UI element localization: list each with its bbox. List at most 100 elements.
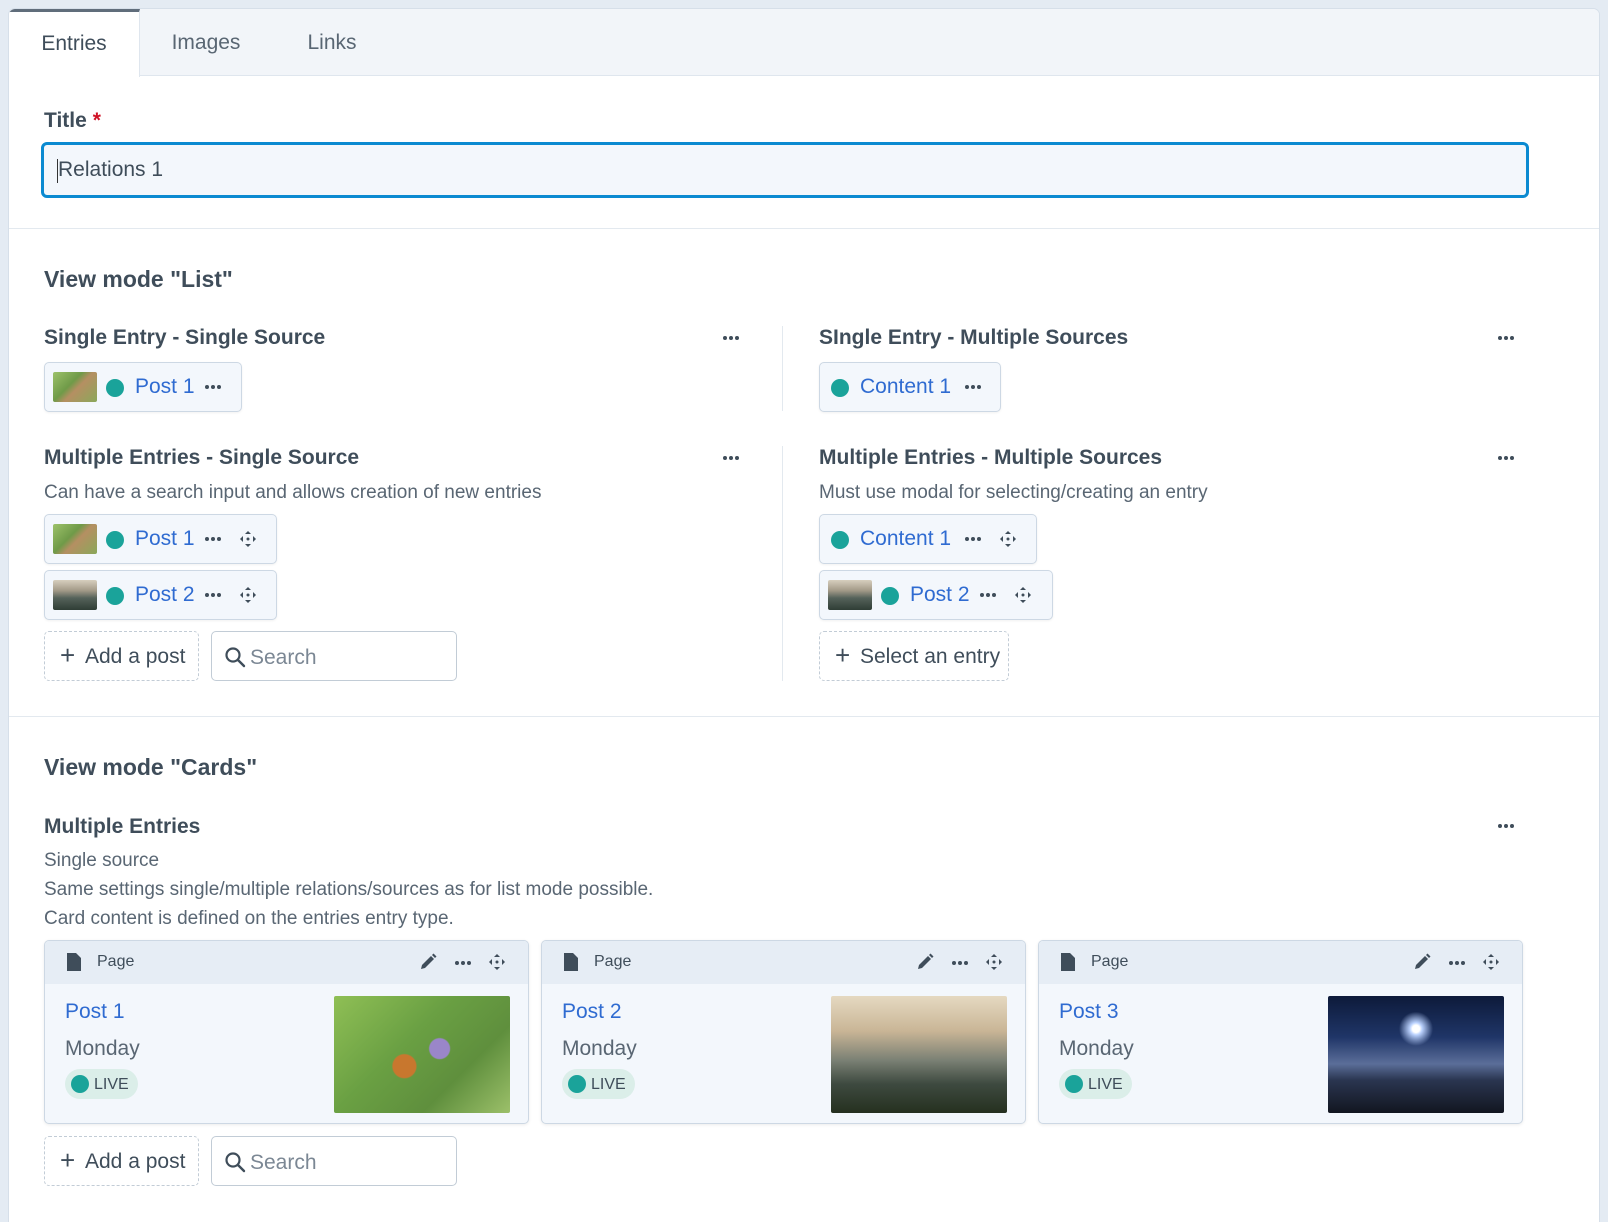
card-title-link[interactable]: Post 3 [1059,1000,1119,1024]
chip-label[interactable]: Post 2 [910,583,970,607]
card-thumbnail [831,996,1007,1113]
plus-icon: + [60,1145,76,1175]
entry-type-label: Page [594,953,632,970]
document-icon [67,953,81,971]
thumbnail-image [828,580,872,610]
status-text: LIVE [591,1076,626,1093]
chip-label[interactable]: Post 1 [135,375,195,399]
ellipsis-icon[interactable] [950,961,970,967]
document-icon [1061,953,1075,971]
section-divider [9,228,1599,229]
thumbnail-image [53,580,97,610]
relation-chip[interactable]: Content 1 [819,362,1001,412]
search-input[interactable]: Search [211,631,457,681]
entry-card[interactable]: Page Post 2 Monday LIVE [541,940,1026,1124]
status-dot-icon [106,379,124,397]
card-title-link[interactable]: Post 1 [65,1000,125,1024]
title-input[interactable] [41,142,1529,198]
move-icon[interactable] [489,954,505,970]
chip-label[interactable]: Content 1 [860,375,951,399]
relation-chip[interactable]: Post 1 [44,362,242,412]
field-instructions-line: Same settings single/multiple relations/… [44,879,654,900]
card-day: Monday [562,1037,637,1060]
title-label-text: Title [44,109,87,132]
entry-card[interactable]: Page Post 3 Monday LIVE [1038,940,1523,1124]
search-placeholder: Search [250,646,317,669]
add-post-label: Add a post [85,1150,186,1173]
tab-links[interactable]: Links [287,9,377,76]
ellipsis-icon[interactable] [721,456,741,462]
add-post-label: Add a post [85,645,186,668]
status-dot-icon [831,379,849,397]
select-entry-label: Select an entry [860,645,1001,668]
status-dot-icon [568,1075,586,1093]
card-header: Page [542,941,1025,984]
single-multiple-label: SIngle Entry - Multiple Sources [819,326,1129,349]
field-instructions: Must use modal for selecting/creating an… [819,482,1208,503]
card-header: Page [1039,941,1522,984]
plus-icon: + [835,640,851,670]
search-icon [225,647,246,668]
thumbnail-image [53,524,97,554]
status-dot-icon [1065,1075,1083,1093]
pencil-icon[interactable] [1412,952,1432,972]
select-entry-button[interactable]: + Select an entry [819,631,1009,681]
status-dot-icon [106,531,124,549]
add-post-button[interactable]: + Add a post [44,631,199,681]
chip-label[interactable]: Post 1 [135,527,195,551]
single-single-label: Single Entry - Single Source [44,326,326,349]
ellipsis-icon[interactable] [721,336,741,342]
card-header: Page [45,941,528,984]
relation-chip[interactable]: Post 2 [819,570,1053,620]
ellipsis-icon[interactable] [963,385,983,391]
field-instructions: Can have a search input and allows creat… [44,482,542,503]
field-instructions-line: Card content is defined on the entries e… [44,908,454,929]
chip-label[interactable]: Post 2 [135,583,195,607]
ellipsis-icon[interactable] [963,537,983,543]
card-thumbnail [1328,996,1504,1113]
pencil-icon[interactable] [418,952,438,972]
ellipsis-icon[interactable] [203,385,223,391]
chip-label[interactable]: Content 1 [860,527,951,551]
entry-card[interactable]: Page Post 1 Monday LIVE [44,940,529,1124]
move-icon[interactable] [240,531,256,547]
move-icon[interactable] [1015,587,1031,603]
ellipsis-icon[interactable] [203,537,223,543]
move-icon[interactable] [1483,954,1499,970]
tab-entries[interactable]: Entries [9,9,140,77]
pencil-icon[interactable] [915,952,935,972]
status-badge: LIVE [65,1069,138,1099]
ellipsis-icon[interactable] [978,593,998,599]
search-input[interactable]: Search [211,1136,457,1186]
field-instructions-line: Single source [44,850,160,871]
card-day: Monday [1059,1037,1134,1060]
search-icon [225,1152,246,1173]
status-badge: LIVE [1059,1069,1132,1099]
thumbnail-image [53,372,97,402]
entry-editor-panel: Entries Images Links Title* View mode "L… [9,9,1599,1222]
ellipsis-icon[interactable] [203,593,223,599]
move-icon[interactable] [240,587,256,603]
relation-chip[interactable]: Content 1 [819,514,1037,564]
add-post-button[interactable]: + Add a post [44,1136,199,1186]
ellipsis-icon[interactable] [1496,456,1516,462]
ellipsis-icon[interactable] [1496,336,1516,342]
card-title-link[interactable]: Post 2 [562,1000,622,1024]
status-text: LIVE [1088,1076,1123,1093]
title-field-label: Title * [44,109,101,133]
multiple-multiple-label: Multiple Entries - Multiple Sources [819,446,1163,469]
required-mark: * [92,109,101,132]
relation-chip[interactable]: Post 2 [44,570,277,620]
text-caret [57,159,58,183]
ellipsis-icon[interactable] [1447,961,1467,967]
move-icon[interactable] [1000,531,1016,547]
list-section-heading: View mode "List" [44,266,233,292]
search-placeholder: Search [250,1151,317,1174]
move-icon[interactable] [986,954,1002,970]
ellipsis-icon[interactable] [453,961,473,967]
ellipsis-icon[interactable] [1496,824,1516,830]
entry-type-label: Page [1091,953,1129,970]
plus-icon: + [60,640,76,670]
tab-images[interactable]: Images [150,9,262,76]
relation-chip[interactable]: Post 1 [44,514,277,564]
